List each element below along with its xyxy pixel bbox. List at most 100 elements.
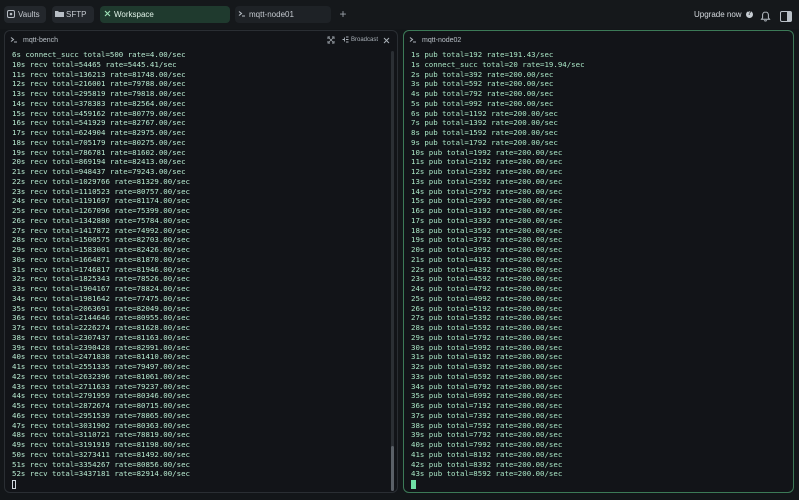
terminal-output[interactable]: 6s connect_succ total=500 rate=4.00/sec 1… xyxy=(12,50,190,489)
terminal-line: 42s pub total=8392 rate=200.00/sec xyxy=(411,459,563,469)
terminal-output[interactable]: 1s pub total=192 rate=191.43/sec 1s conne… xyxy=(411,50,585,489)
terminal-pane-mqtt-bench[interactable]: mqtt-bench Broadcast 6s connect_succ tot… xyxy=(4,30,398,493)
terminal-icon xyxy=(404,36,422,45)
terminal-icon xyxy=(235,10,249,19)
terminal-line: 22s pub total=4392 rate=200.00/sec xyxy=(411,264,563,274)
terminal-line: 30s pub total=5992 rate=200.00/sec xyxy=(411,342,563,352)
terminal-line: 16s recv total=541929 rate=82767.00/sec xyxy=(12,118,186,128)
tab-label: mqtt-node01 xyxy=(249,10,294,19)
terminal-line: 23s recv total=1110523 rate=80757.00/sec xyxy=(12,186,190,196)
terminal-line: 50s recv total=3273411 rate=81492.00/sec xyxy=(12,449,190,459)
terminal-line: 3s pub total=592 rate=200.00/sec xyxy=(411,79,554,89)
vault-icon xyxy=(4,9,18,20)
terminal-line: 20s recv total=869194 rate=82413.00/sec xyxy=(12,157,186,167)
terminal-line: 11s recv total=136213 rate=81748.00/sec xyxy=(12,69,186,79)
pane-title: mqtt-node02 xyxy=(422,36,462,44)
terminal-line: 45s recv total=2872674 rate=80715.00/sec xyxy=(12,401,190,410)
broadcast-icon xyxy=(342,36,349,45)
terminal-pane-mqtt-node02[interactable]: mqtt-node02 1s pub total=192 rate=191.43… xyxy=(403,30,794,493)
terminal-line: 23s pub total=4592 rate=200.00/sec xyxy=(411,274,563,284)
terminal-line: 12s recv total=216001 rate=79788.00/sec xyxy=(12,79,186,89)
terminal-line: 33s pub total=6592 rate=200.00/sec xyxy=(411,371,563,381)
add-tab-button[interactable]: + xyxy=(337,6,349,23)
terminal-line: 49s recv total=3191919 rate=81198.00/sec xyxy=(12,440,190,449)
terminal-line: 10s pub total=1992 rate=200.00/sec xyxy=(411,147,563,157)
terminal-line: 18s pub total=3592 rate=200.00/sec xyxy=(411,225,563,235)
terminal-line: 28s recv total=1500575 rate=82703.00/sec xyxy=(12,235,190,245)
terminal-line: 19s recv total=786781 rate=81602.00/sec xyxy=(12,147,186,157)
help-icon: ? xyxy=(745,11,753,19)
terminal-line: 47s recv total=3031902 rate=80363.00/sec xyxy=(12,420,190,430)
tab-sftp[interactable]: SFTP xyxy=(52,6,94,23)
terminal-cursor xyxy=(12,480,16,489)
terminal-line: 6s pub total=1192 rate=200.00/sec xyxy=(411,108,558,118)
terminal-line: 13s pub total=2592 rate=200.00/sec xyxy=(411,176,563,186)
terminal-icon xyxy=(5,36,23,45)
tab-label: SFTP xyxy=(66,10,87,19)
terminal-line: 25s recv total=1267096 rate=75399.00/sec xyxy=(12,206,190,215)
broadcast-label: Broadcast xyxy=(351,37,379,43)
terminal-line: 41s recv total=2551335 rate=79497.00/sec xyxy=(12,362,190,371)
folder-icon xyxy=(52,10,66,19)
terminal-line: 37s pub total=7392 rate=200.00/sec xyxy=(411,410,563,420)
tab-workspace[interactable]: Workspace xyxy=(100,6,230,23)
terminal-line: 22s recv total=1029766 rate=81329.00/sec xyxy=(12,176,190,186)
terminal-line: 39s recv total=2390428 rate=82991.00/sec xyxy=(12,342,190,352)
terminal-line: 39s pub total=7792 rate=200.00/sec xyxy=(411,430,563,440)
terminal-line: 51s recv total=3354267 rate=80856.00/sec xyxy=(12,459,190,469)
terminal-line: 27s pub total=5392 rate=200.00/sec xyxy=(411,313,563,323)
tab-mqtt-node01[interactable]: mqtt-node01 xyxy=(235,6,331,23)
terminal-line: 27s recv total=1417872 rate=74992.00/sec xyxy=(12,225,190,235)
terminal-line: 48s recv total=3110721 rate=78819.00/sec xyxy=(12,430,190,440)
tab-label: Workspace xyxy=(114,10,154,19)
expand-icon[interactable] xyxy=(327,31,335,49)
layout-toggle-icon[interactable] xyxy=(780,9,792,22)
scrollbar[interactable] xyxy=(391,51,394,491)
terminal-line: 31s recv total=1746817 rate=81946.00/sec xyxy=(12,264,190,274)
terminal-line: 20s pub total=3992 rate=200.00/sec xyxy=(411,245,563,254)
close-pane-icon[interactable] xyxy=(383,31,390,49)
terminal-line: 29s pub total=5792 rate=200.00/sec xyxy=(411,332,563,342)
pane-title: mqtt-bench xyxy=(23,36,59,44)
terminal-line: 21s pub total=4192 rate=200.00/sec xyxy=(411,254,563,264)
terminal-line: 15s recv total=459162 rate=80779.00/sec xyxy=(12,108,186,118)
tab-label: Vaults xyxy=(18,10,40,19)
terminal-line: 1s connect_succ total=20 rate=19.94/sec xyxy=(411,59,585,69)
terminal-line: 14s recv total=378383 rate=82564.00/sec xyxy=(12,98,186,108)
terminal-line: 52s recv total=3437181 rate=82914.00/sec xyxy=(12,469,190,479)
terminal-line: 37s recv total=2226274 rate=81628.00/sec xyxy=(12,323,190,332)
terminal-line: 13s recv total=295819 rate=79818.00/sec xyxy=(12,89,186,98)
terminal-line: 41s pub total=8192 rate=200.00/sec xyxy=(411,449,563,459)
terminal-line: 15s pub total=2992 rate=200.00/sec xyxy=(411,196,563,206)
upgrade-button[interactable]: Upgrade now ? xyxy=(694,6,753,23)
terminal-line: 16s pub total=3192 rate=200.00/sec xyxy=(411,206,563,215)
terminal-line: 18s recv total=705179 rate=80275.00/sec xyxy=(12,137,186,147)
terminal-line: 36s recv total=2144646 rate=80955.00/sec xyxy=(12,313,190,323)
terminal-line: 7s pub total=1392 rate=200.00/sec xyxy=(411,118,558,128)
terminal-line: 26s recv total=1342880 rate=75784.00/sec xyxy=(12,215,190,225)
terminal-line: 33s recv total=1904167 rate=78824.00/sec xyxy=(12,284,190,293)
terminal-line: 1s pub total=192 rate=191.43/sec xyxy=(411,50,554,59)
terminal-line: 46s recv total=2951539 rate=78865.00/sec xyxy=(12,410,190,420)
terminal-line: 34s recv total=1981642 rate=77475.00/sec xyxy=(12,293,190,303)
terminal-line: 4s pub total=792 rate=200.00/sec xyxy=(411,89,554,98)
terminal-line: 40s pub total=7992 rate=200.00/sec xyxy=(411,440,563,449)
terminal-line: 43s pub total=8592 rate=200.00/sec xyxy=(411,469,563,479)
pane-header: mqtt-bench xyxy=(5,31,397,49)
bell-icon[interactable] xyxy=(760,9,772,22)
terminal-line: 24s recv total=1191697 rate=81174.00/sec xyxy=(12,196,190,206)
terminal-cursor xyxy=(411,480,416,489)
scrollbar-thumb[interactable] xyxy=(391,446,394,491)
tab-vaults[interactable]: Vaults xyxy=(4,6,46,23)
broadcast-button[interactable]: Broadcast xyxy=(342,31,378,49)
terminal-line: 17s pub total=3392 rate=200.00/sec xyxy=(411,215,563,225)
terminal-line: 34s pub total=6792 rate=200.00/sec xyxy=(411,381,563,391)
terminal-line: 38s recv total=2307437 rate=81163.00/sec xyxy=(12,332,190,342)
terminal-line: 24s pub total=4792 rate=200.00/sec xyxy=(411,284,563,293)
pane-header: mqtt-node02 xyxy=(404,31,793,49)
close-icon[interactable] xyxy=(100,10,114,19)
terminal-line: 5s pub total=992 rate=200.00/sec xyxy=(411,98,554,108)
terminal-line: 32s recv total=1825343 rate=78526.00/sec xyxy=(12,274,190,284)
terminal-line: 17s recv total=624904 rate=82975.00/sec xyxy=(12,128,186,137)
terminal-line: 2s pub total=392 rate=200.00/sec xyxy=(411,69,554,79)
